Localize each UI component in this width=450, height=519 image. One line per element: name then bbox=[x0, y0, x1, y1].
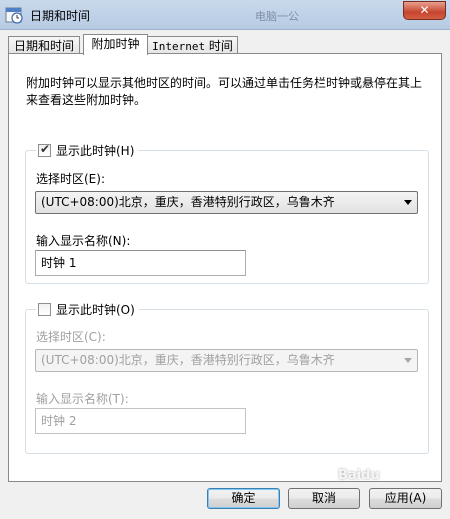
clock1-group: ✔ 显示此时钟(H) 选择时区(E): (UTC+08:00)北京，重庆，香港特… bbox=[25, 142, 429, 284]
tab-label-suffix: 时间 bbox=[205, 39, 233, 53]
clock2-group: 显示此时钟(O) 选择时区(C): (UTC+08:00)北京，重庆，香港特别行… bbox=[25, 301, 429, 454]
watermark-text: Baidu bbox=[338, 468, 380, 483]
date-time-dialog: 日期和时间 电脑一公 ✕ 日期和时间 附加时钟 Internet 时间 附加时钟… bbox=[0, 0, 450, 519]
clock1-show-checkbox[interactable]: ✔ 显示此时钟(H) bbox=[36, 142, 139, 159]
chevron-down-icon bbox=[404, 200, 412, 205]
tab-label: 附加时钟 bbox=[91, 37, 140, 51]
checkmark-icon: ✔ bbox=[40, 142, 51, 156]
clock1-name-input[interactable]: 时钟 1 bbox=[35, 250, 246, 276]
checkbox-box[interactable]: ✔ bbox=[38, 142, 51, 157]
cancel-button[interactable]: 取消 bbox=[288, 488, 360, 509]
clock-calendar-icon bbox=[5, 7, 23, 24]
clock1-timezone-label: 选择时区(E): bbox=[36, 172, 105, 186]
tab-label: Internet bbox=[152, 40, 206, 53]
clock2-timezone-value: (UTC+08:00)北京，重庆，香港特别行政区，乌鲁木齐 bbox=[41, 353, 335, 367]
background-window-title: 电脑一公 bbox=[255, 10, 299, 23]
checkbox-box[interactable] bbox=[38, 303, 51, 316]
clock2-timezone-label: 选择时区(C): bbox=[36, 330, 106, 344]
window-title: 日期和时间 bbox=[30, 9, 91, 23]
tab-panel: 附加时钟可以显示其他时区的时间。可以通过单击任务栏时钟或悬停在其上来查看这些附加… bbox=[8, 53, 442, 482]
ok-button[interactable]: 确定 bbox=[207, 488, 280, 509]
clock2-name-input[interactable]: 时钟 2 bbox=[35, 408, 246, 434]
clock1-name-value: 时钟 1 bbox=[41, 256, 77, 270]
close-icon: ✕ bbox=[419, 3, 430, 17]
clock2-timezone-select[interactable]: (UTC+08:00)北京，重庆，香港特别行政区，乌鲁木齐 bbox=[35, 349, 418, 372]
chevron-down-icon bbox=[404, 358, 412, 363]
clock1-timezone-select[interactable]: (UTC+08:00)北京，重庆，香港特别行政区，乌鲁木齐 bbox=[35, 191, 418, 214]
title-bar: 日期和时间 电脑一公 ✕ bbox=[0, 0, 450, 30]
description-text: 附加时钟可以显示其他时区的时间。可以通过单击任务栏时钟或悬停在其上来查看这些附加… bbox=[26, 76, 423, 107]
tab-label: 日期和时间 bbox=[13, 39, 74, 53]
clock1-show-label: 显示此时钟(H) bbox=[56, 144, 135, 158]
clock2-show-checkbox[interactable]: 显示此时钟(O) bbox=[36, 301, 139, 318]
tab-additional-clocks[interactable]: 附加时钟 bbox=[83, 34, 148, 55]
clock2-name-label: 输入显示名称(T): bbox=[36, 392, 129, 406]
apply-button[interactable]: 应用(A) bbox=[369, 488, 442, 509]
close-button[interactable]: ✕ bbox=[403, 1, 446, 20]
clock2-show-label: 显示此时钟(O) bbox=[56, 303, 135, 317]
clock2-name-value: 时钟 2 bbox=[41, 414, 77, 428]
clock1-name-label: 输入显示名称(N): bbox=[36, 234, 131, 248]
clock1-timezone-value: (UTC+08:00)北京，重庆，香港特别行政区，乌鲁木齐 bbox=[41, 195, 335, 209]
